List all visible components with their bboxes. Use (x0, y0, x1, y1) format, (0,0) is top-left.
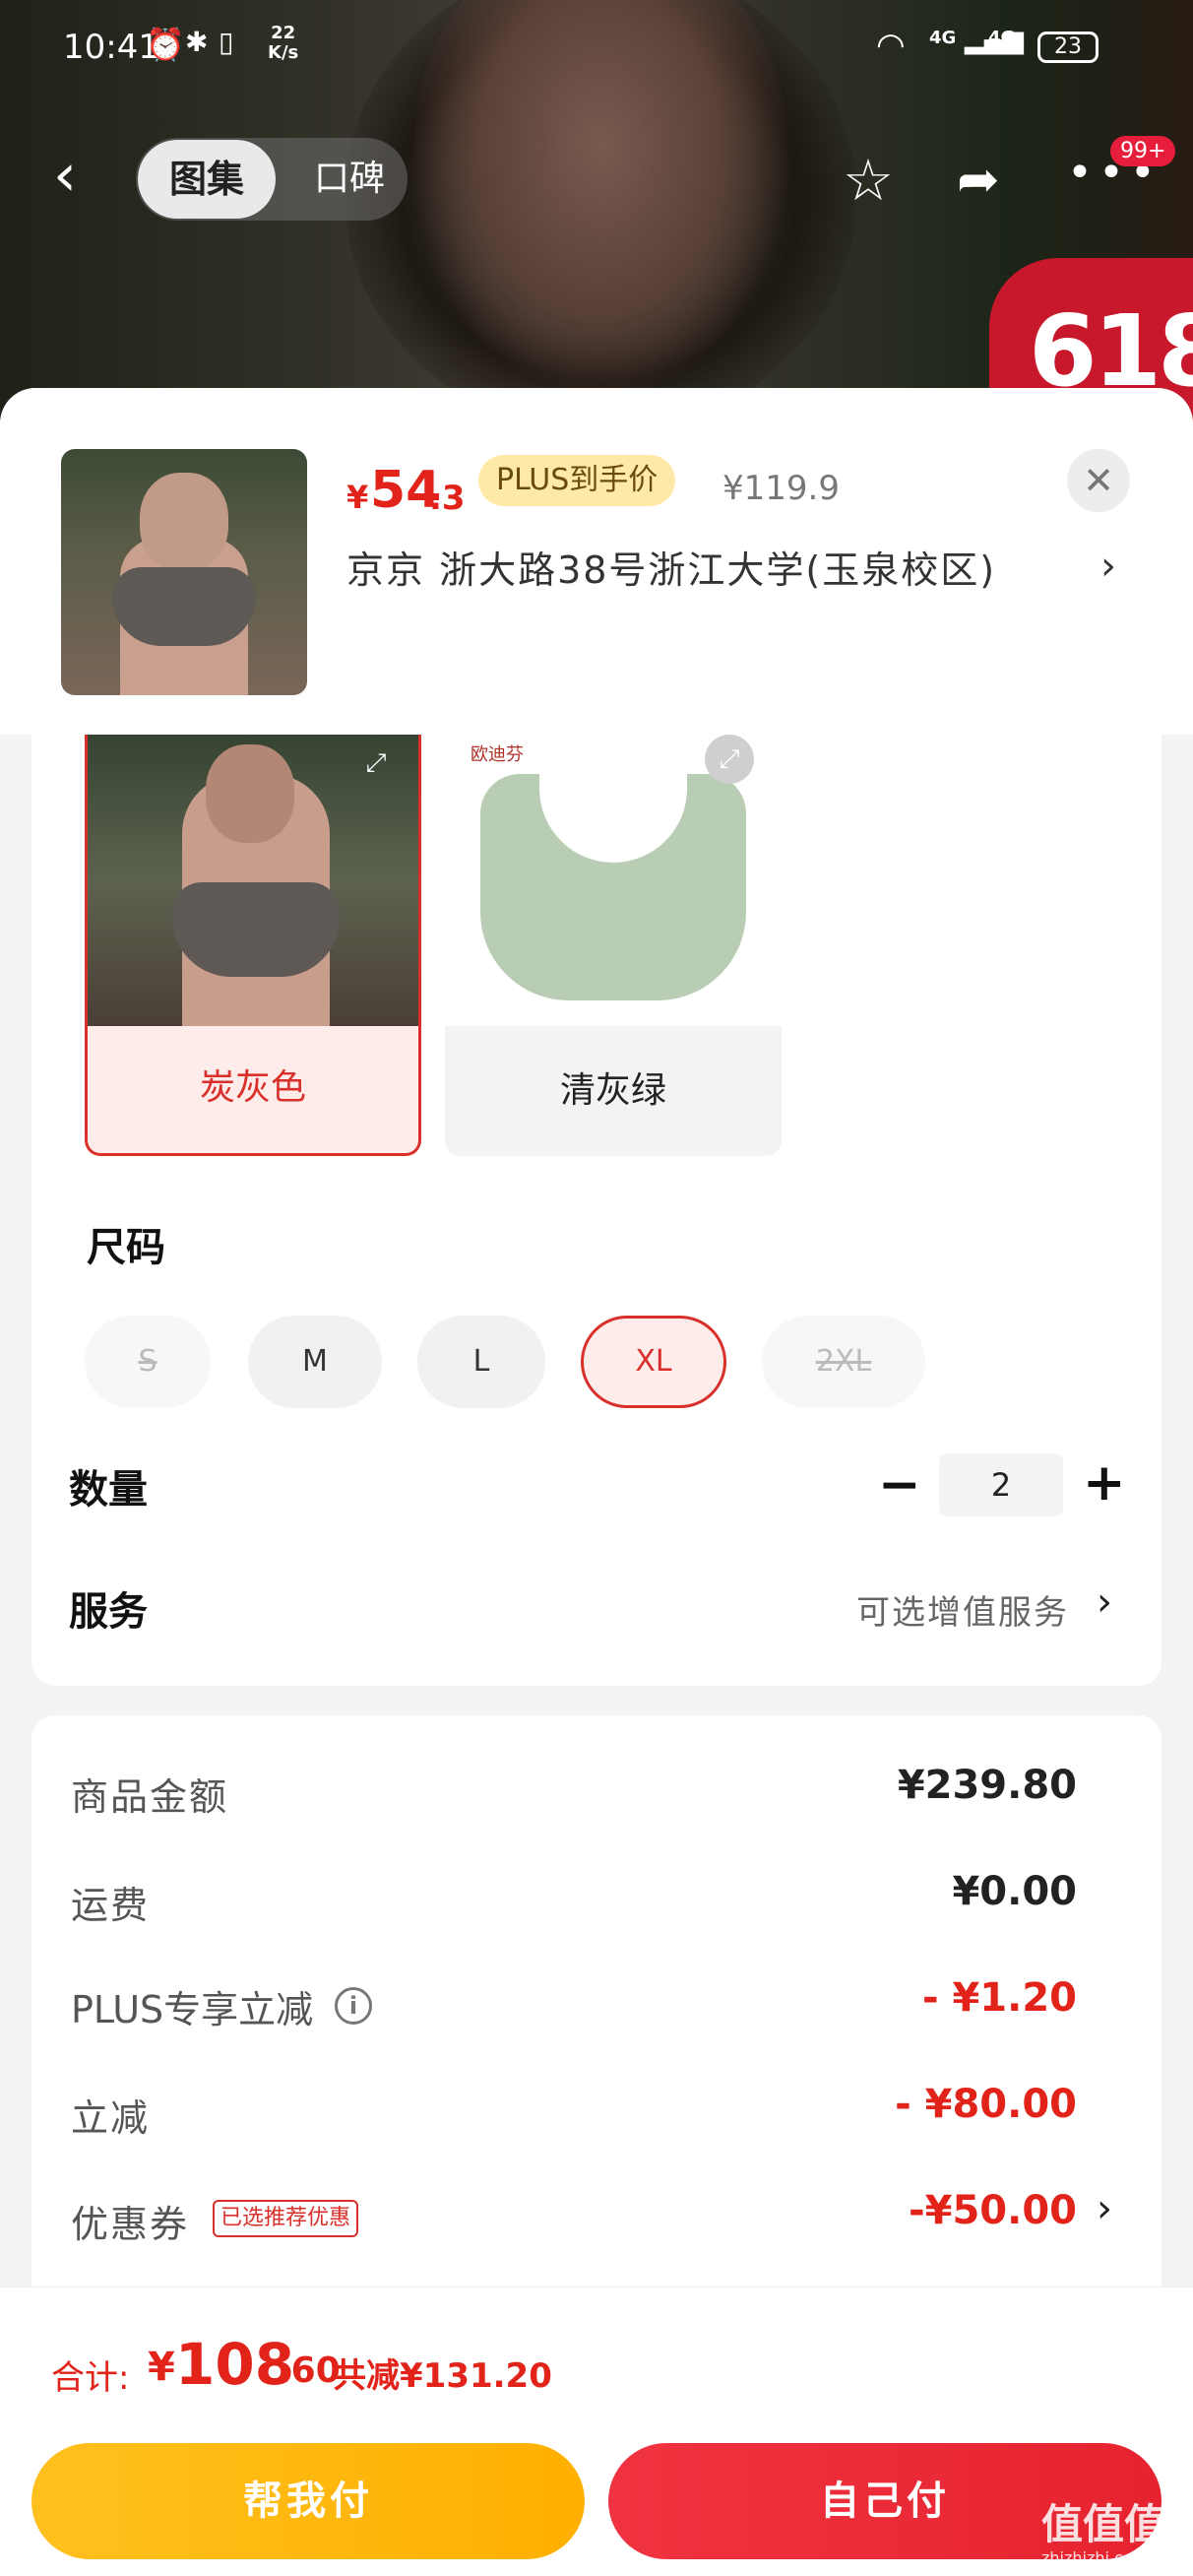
color-option-grey-green[interactable]: 欧迪芬 ⤢ 清灰绿 (445, 735, 782, 1156)
chevron-right-icon[interactable]: › (1097, 1579, 1112, 1625)
instant-discount-label: 立减 (71, 2096, 151, 2140)
battery-icon: 23 (1037, 32, 1099, 63)
help-me-pay-button[interactable]: 帮我付 (31, 2443, 585, 2559)
original-price: ¥119.9 (722, 469, 840, 508)
shipping-value: ¥0.00 (952, 1869, 1077, 1914)
coupon-recommended-tag: 已选推荐优惠 (213, 2200, 359, 2237)
product-summary-header: ¥ 54 .3 PLUS到手价 ¥119.9 ✕ 京京 浙大路38号浙江大学(玉… (0, 388, 1193, 735)
quantity-title: 数量 (69, 1467, 148, 1513)
checkout-bar: 合计: ¥ 108 .60 共减¥131.20 帮我付 自己付 (0, 2286, 1193, 2576)
purchase-sheet: ⤢ 炭灰色 欧迪芬 ⤢ 清灰绿 ¥ 54 .3 PLUS到手价 ¥119.9 ✕… (0, 388, 1193, 2576)
info-icon[interactable]: i (335, 1987, 372, 2025)
watermark-domain: zhizhizhi.com (1041, 2548, 1149, 2567)
size-option-xl[interactable]: XL (581, 1316, 726, 1408)
tab-reviews[interactable]: 口碑 (295, 140, 404, 219)
total-integer: 108 (175, 2331, 295, 2398)
size-title: 尺码 (87, 1225, 165, 1270)
plus-price-tag: PLUS到手价 (478, 455, 676, 506)
total-decimal: .60 (278, 2351, 341, 2391)
product-thumbnail (61, 449, 307, 695)
watermark-logo: 值值值 (1041, 2500, 1166, 2548)
chevron-right-icon[interactable]: › (1097, 2186, 1112, 2231)
size-option-m[interactable]: M (248, 1316, 382, 1408)
size-option-s: S (85, 1316, 211, 1408)
coupon-label: 优惠券 (71, 2203, 190, 2246)
color-option-charcoal[interactable]: ⤢ 炭灰色 (85, 735, 421, 1156)
expand-icon[interactable]: ⤢ (351, 739, 401, 788)
total-saved: 共减¥131.20 (333, 2356, 552, 2396)
price-currency: ¥ (346, 479, 369, 516)
wifi-icon: ◠ (876, 26, 906, 65)
total-label: 合计: (51, 2358, 130, 2398)
notification-count-badge: 99+ (1110, 136, 1176, 166)
color-option-label: 炭灰色 (199, 1067, 306, 1108)
bluetooth-icon: ✱ (185, 26, 209, 58)
share-icon[interactable]: ➦ (957, 146, 1000, 215)
net-speed: 22 K/s (268, 23, 299, 63)
price-decimal: .3 (429, 479, 466, 518)
network-type-1: 4G (929, 28, 957, 48)
vibrate-icon: ▯ (219, 26, 234, 58)
delivery-address[interactable]: 京京 浙大路38号浙江大学(玉泉校区) (346, 546, 996, 595)
instant-discount-value: - ¥80.00 (895, 2082, 1077, 2127)
brand-label: 欧迪芬 (471, 744, 524, 765)
quantity-minus-button[interactable]: − (878, 1455, 921, 1514)
expand-icon[interactable]: ⤢ (705, 735, 754, 784)
size-option-l[interactable]: L (417, 1316, 545, 1408)
service-hint[interactable]: 可选增值服务 (856, 1585, 1069, 1634)
quantity-input[interactable]: 2 (939, 1453, 1063, 1516)
back-arrow-icon[interactable]: ‹ (53, 146, 77, 205)
tab-gallery[interactable]: 图集 (138, 140, 276, 219)
color-option-label: 清灰绿 (559, 1070, 666, 1111)
service-title: 服务 (69, 1589, 148, 1635)
goods-amount-value: ¥239.80 (897, 1763, 1077, 1808)
plus-discount-label: PLUS专享立减 (71, 1988, 314, 2031)
goods-amount-label: 商品金额 (71, 1775, 229, 1819)
total-currency: ¥ (148, 2345, 175, 2390)
chevron-right-icon[interactable]: › (1100, 544, 1116, 589)
alarm-icon: ⏰ (146, 26, 185, 63)
plus-discount-value: - ¥1.20 (921, 1975, 1077, 2021)
quantity-plus-button[interactable]: + (1083, 1453, 1126, 1513)
network-type-2: 4G (988, 28, 1016, 48)
shipping-label: 运费 (71, 1884, 151, 1927)
status-bar: 10:41 ⏰ ✱ ▯ 22 K/s ◠ 4G ▂▄▆ 4G 23 (0, 0, 1193, 98)
size-option-2xl: 2XL (762, 1316, 925, 1408)
close-button[interactable]: ✕ (1067, 449, 1130, 512)
coupon-value[interactable]: -¥50.00 (909, 2188, 1077, 2233)
star-favorite-icon[interactable]: ☆ (843, 146, 894, 215)
